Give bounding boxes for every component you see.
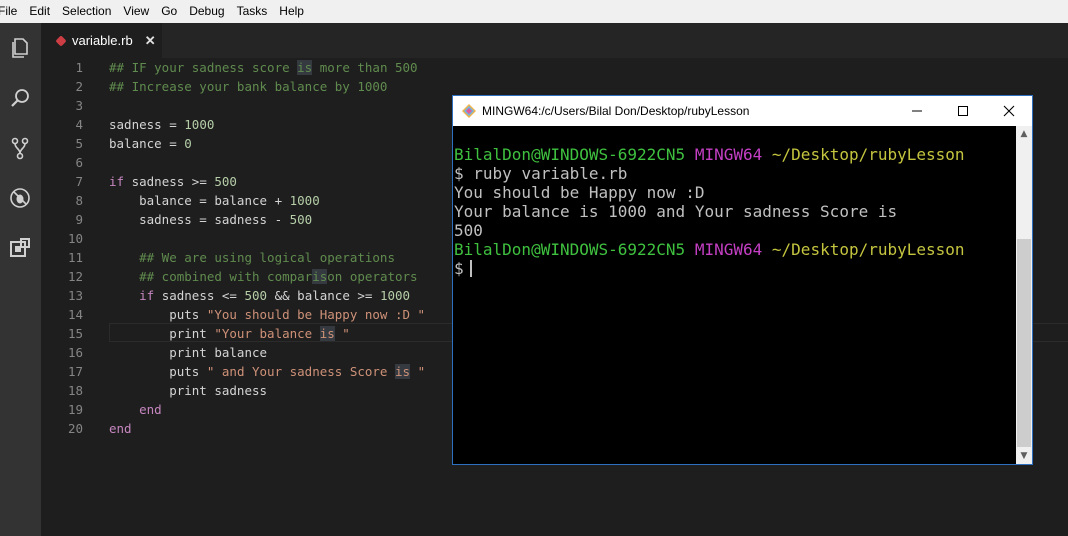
line-number: 16 (67, 345, 83, 360)
git-diamond-icon (462, 104, 476, 118)
code-line: ## Increase your bank balance by 1000 (109, 79, 388, 94)
menu-file[interactable]: File (0, 0, 23, 23)
explorer-icon[interactable] (4, 32, 36, 64)
line-number: 11 (67, 250, 83, 265)
code-line: sadness = 1000 (109, 117, 215, 132)
line-number: 3 (75, 98, 83, 113)
prompt-line: BilalDon@WINDOWS-6922CN5 MINGW64 ~/Deskt… (454, 240, 965, 259)
code-line: ## We are using logical operations (139, 250, 395, 265)
close-icon[interactable]: ✕ (145, 33, 156, 49)
search-icon[interactable] (4, 82, 36, 114)
line-number: 6 (75, 155, 83, 170)
tab-bar: variable.rb ✕ (41, 23, 1068, 58)
menu-edit[interactable]: Edit (23, 0, 56, 23)
terminal-scrollbar[interactable]: ▲ ▼ (1016, 126, 1032, 464)
maximize-button[interactable] (940, 96, 986, 126)
code-line: puts " and Your sadness Score is " (109, 364, 426, 379)
line-number: 9 (75, 212, 83, 227)
code-line: sadness = sadness - 500 (109, 212, 313, 227)
code-line: ## combined with comparison operators (139, 269, 418, 284)
terminal-title-bar[interactable]: MINGW64:/c/Users/Bilal Don/Desktop/rubyL… (453, 96, 1032, 126)
output-line: Your balance is 1000 and Your sadness Sc… (454, 202, 898, 221)
line-number: 2 (75, 79, 83, 94)
line-number: 1 (75, 60, 83, 75)
code-line: end (109, 421, 132, 436)
line-number: 4 (75, 117, 83, 132)
line-number: 14 (67, 307, 83, 322)
line-number: 18 (67, 383, 83, 398)
debug-icon[interactable] (4, 182, 36, 214)
menu-tasks[interactable]: Tasks (231, 0, 274, 23)
close-button[interactable] (986, 96, 1032, 126)
maximize-icon (958, 106, 968, 116)
menu-selection[interactable]: Selection (56, 0, 117, 23)
prompt-line: BilalDon@WINDOWS-6922CN5 MINGW64 ~/Deskt… (454, 145, 965, 164)
code-line: if sadness <= 500 && balance >= 1000 (139, 288, 411, 303)
code-line: if sadness >= 500 (109, 174, 237, 189)
menu-view[interactable]: View (117, 0, 155, 23)
line-number: 8 (75, 193, 83, 208)
menu-debug[interactable]: Debug (183, 0, 230, 23)
terminal-title: MINGW64:/c/Users/Bilal Don/Desktop/rubyL… (482, 104, 750, 118)
code-line: end (139, 402, 162, 417)
line-number: 7 (75, 174, 83, 189)
command-line: $ ruby variable.rb (454, 164, 628, 183)
scroll-up-arrow-icon[interactable]: ▲ (1016, 126, 1032, 142)
line-number: 13 (67, 288, 83, 303)
menu-bar: File Edit Selection View Go Debug Tasks … (0, 0, 1068, 23)
minimize-icon (912, 110, 922, 112)
line-number: 10 (67, 231, 83, 246)
line-number: 19 (67, 402, 83, 417)
scroll-down-arrow-icon[interactable]: ▼ (1016, 448, 1032, 464)
code-line: print sadness (109, 383, 268, 398)
output-line: 500 (454, 221, 483, 240)
code-line: print balance (109, 345, 268, 360)
activity-bar (0, 23, 41, 536)
tab-label: variable.rb (72, 33, 133, 48)
scroll-thumb[interactable] (1017, 239, 1031, 447)
line-number: 20 (67, 421, 83, 436)
line-number: 12 (67, 269, 83, 284)
close-icon (1003, 105, 1015, 117)
minimize-button[interactable] (894, 96, 940, 126)
input-line[interactable]: $ (454, 259, 472, 278)
source-control-icon[interactable] (4, 132, 36, 164)
terminal-window[interactable]: MINGW64:/c/Users/Bilal Don/Desktop/rubyL… (452, 95, 1033, 465)
code-line: ## IF your sadness score is more than 50… (109, 60, 418, 75)
line-number: 17 (67, 364, 83, 379)
output-line: You should be Happy now :D (454, 183, 705, 202)
code-line: balance = balance + 1000 (109, 193, 320, 208)
tab-variable-rb[interactable]: variable.rb ✕ (41, 23, 162, 58)
menu-help[interactable]: Help (273, 0, 310, 23)
extensions-icon[interactable] (4, 232, 36, 264)
line-number: 15 (67, 326, 83, 341)
code-line: puts "You should be Happy now :D " (109, 307, 426, 322)
code-line: print "Your balance is " (109, 326, 350, 341)
terminal-output[interactable]: BilalDon@WINDOWS-6922CN5 MINGW64 ~/Deskt… (453, 126, 1016, 464)
text-cursor (469, 260, 472, 277)
menu-go[interactable]: Go (155, 0, 183, 23)
code-line: balance = 0 (109, 136, 192, 151)
ruby-file-icon (55, 34, 67, 47)
line-number: 5 (75, 136, 83, 151)
